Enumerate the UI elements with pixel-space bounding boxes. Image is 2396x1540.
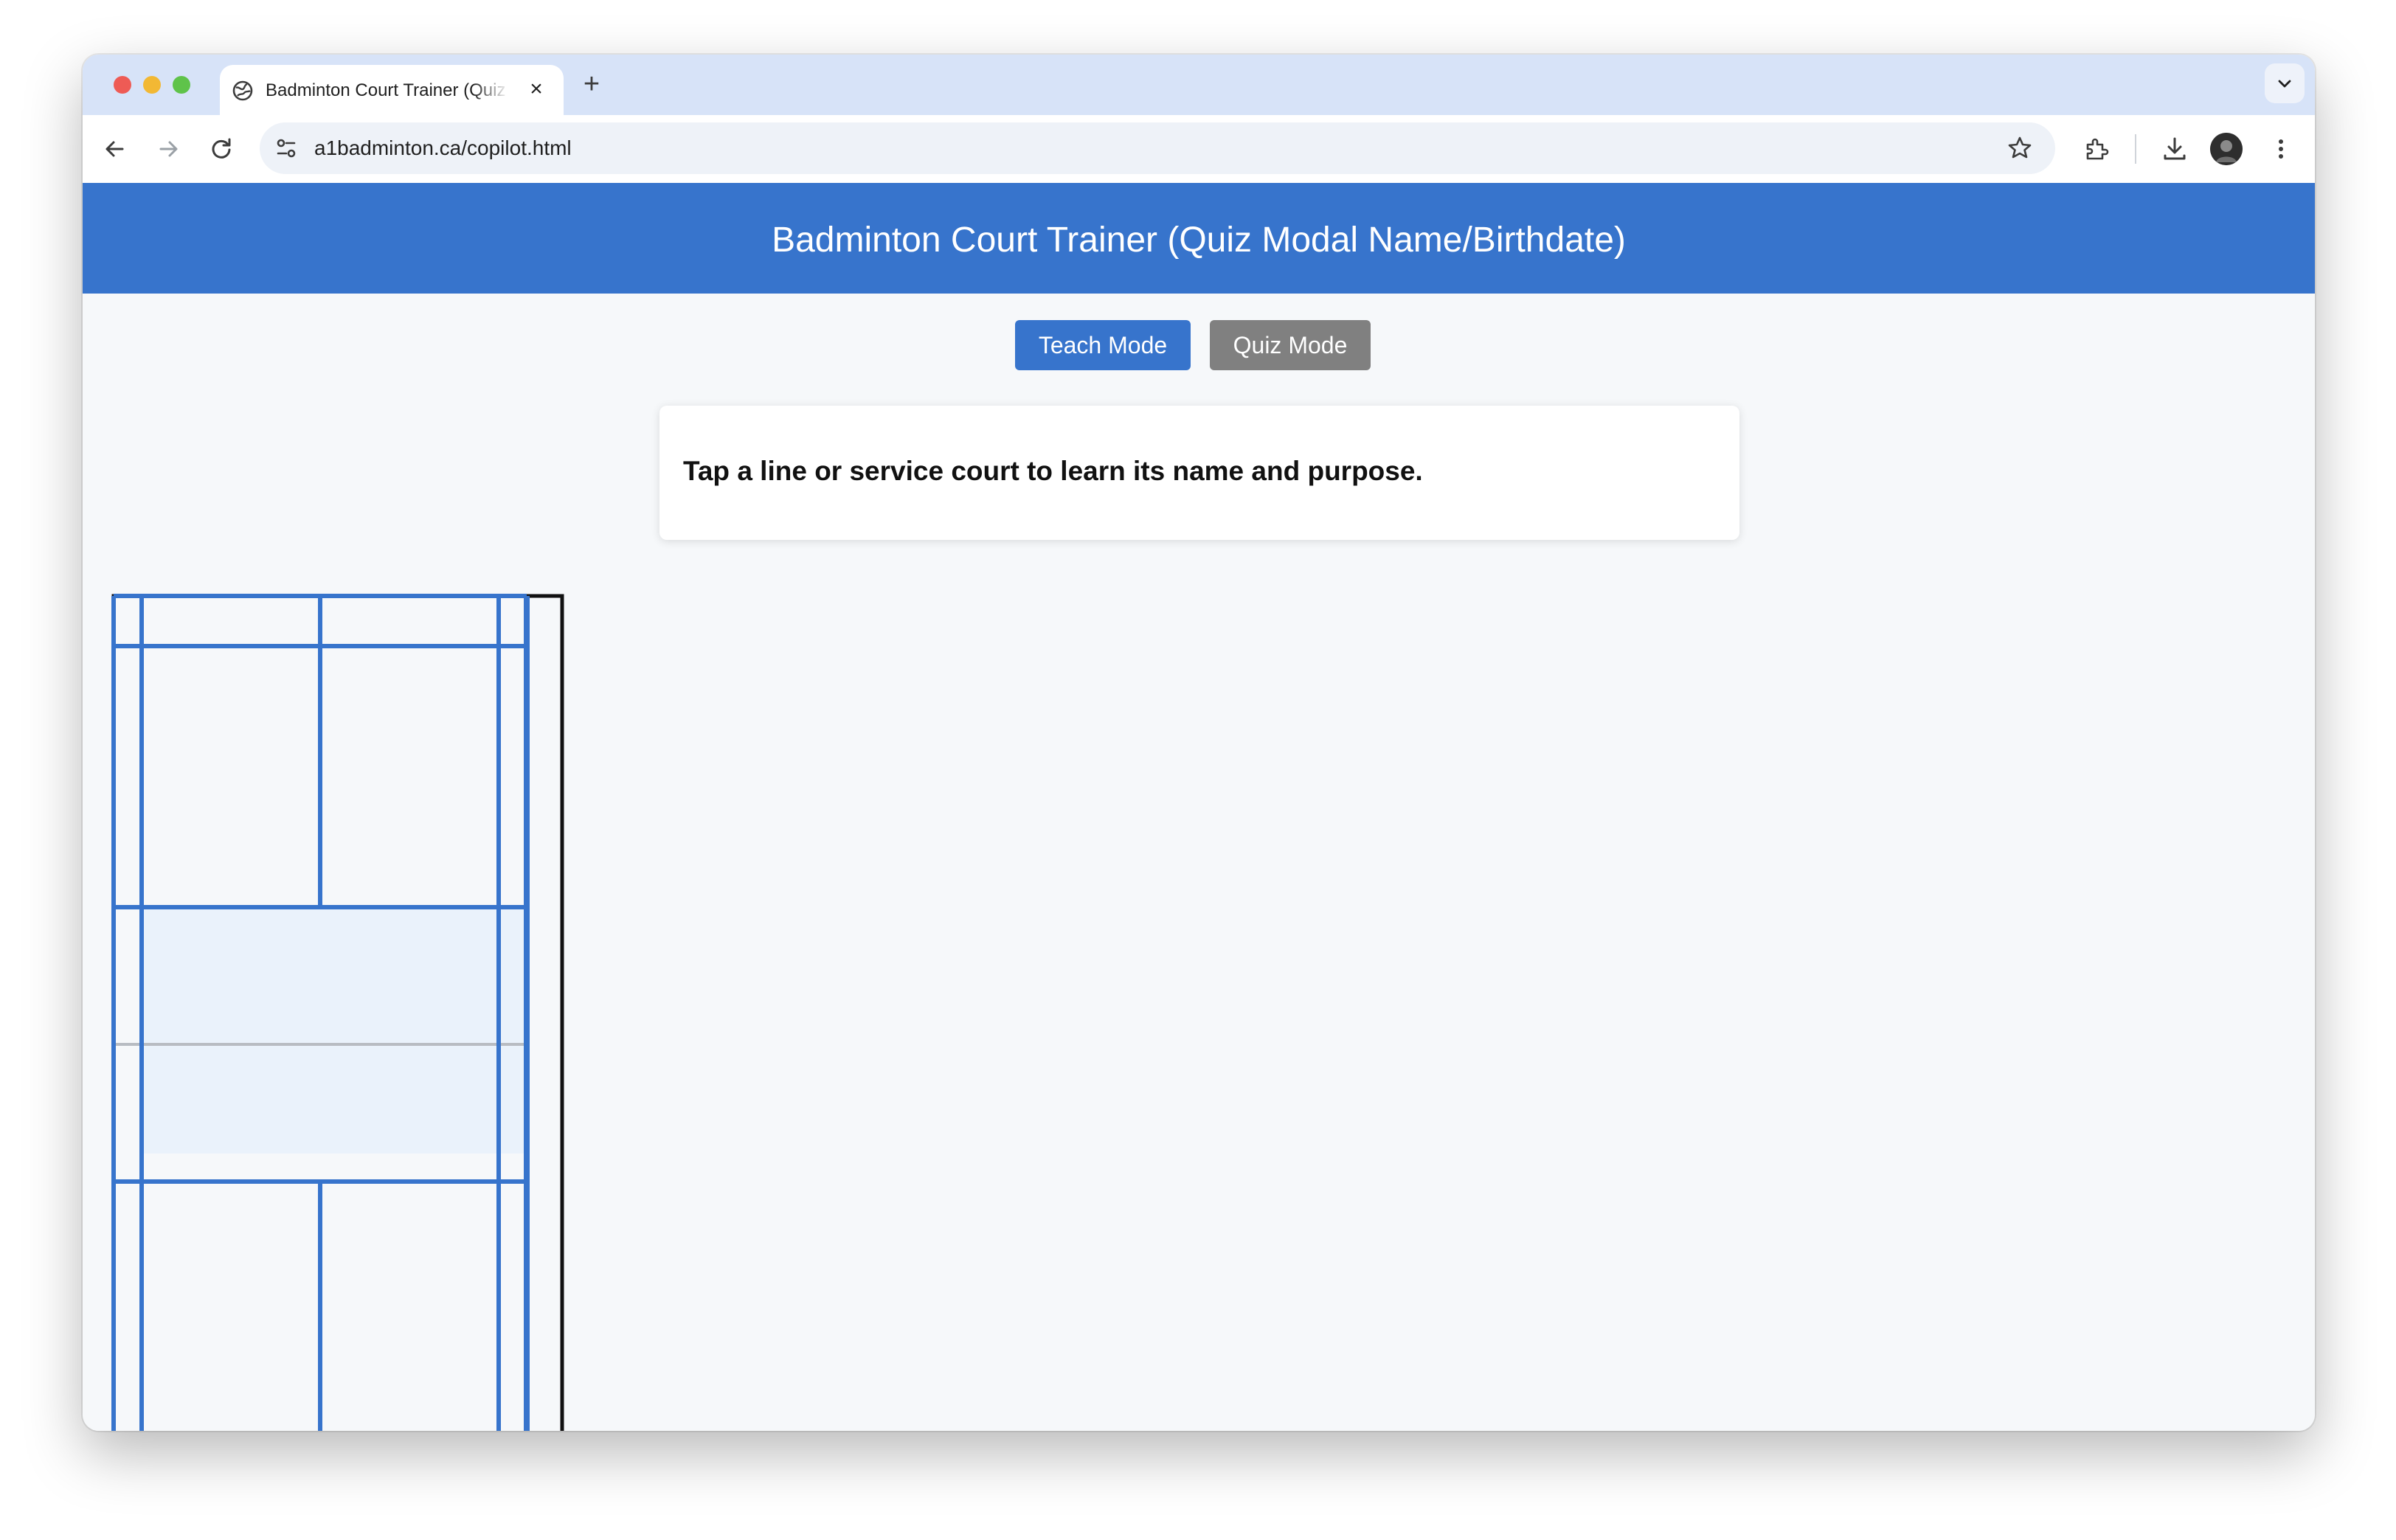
minimize-window-button[interactable]	[143, 76, 161, 94]
profile-image	[2210, 133, 2243, 165]
url-text[interactable]: a1badminton.ca/copilot.html	[314, 136, 572, 160]
tab-title: Badminton Court Trainer (Quiz Modal Name…	[266, 80, 509, 100]
chevron-down-icon	[2278, 80, 2291, 88]
tune-icon[interactable]	[270, 132, 302, 164]
close-icon[interactable]: ×	[524, 77, 549, 102]
more-vert-icon[interactable]	[2265, 133, 2297, 165]
app-header: Badminton Court Trainer (Quiz Modal Name…	[83, 183, 2315, 294]
page-title: Badminton Court Trainer (Quiz Modal Name…	[772, 221, 1626, 260]
forward-icon[interactable]	[152, 133, 184, 165]
tab-search-button[interactable]	[2265, 63, 2305, 103]
info-text: Tap a line or service court to learn its…	[683, 456, 1423, 486]
plus-icon[interactable]: +	[575, 68, 608, 100]
teach-mode-button[interactable]: Teach Mode	[1015, 320, 1191, 370]
browser-window: Badminton Court Trainer (Quiz Modal Name…	[83, 55, 2315, 1431]
globe-icon	[232, 80, 253, 101]
browser-toolbar: a1badminton.ca/copilot.html	[83, 115, 2315, 183]
close-window-button[interactable]	[114, 76, 131, 94]
quiz-mode-button[interactable]: Quiz Mode	[1210, 320, 1371, 370]
download-icon[interactable]	[2158, 133, 2191, 165]
browser-tab-active[interactable]: Badminton Court Trainer (Quiz Modal Name…	[220, 65, 564, 115]
address-bar[interactable]: a1badminton.ca/copilot.html	[260, 122, 2055, 174]
service-area-highlight[interactable]	[142, 907, 525, 1154]
star-icon[interactable]	[2004, 132, 2036, 164]
extensions-icon[interactable]	[2080, 133, 2113, 165]
tab-strip: Badminton Court Trainer (Quiz Modal Name…	[83, 55, 2315, 115]
info-panel: Tap a line or service court to learn its…	[659, 406, 1739, 540]
maximize-window-button[interactable]	[173, 76, 190, 94]
avatar[interactable]	[2210, 133, 2243, 165]
reload-icon[interactable]	[205, 133, 238, 165]
page-content: Badminton Court Trainer (Quiz Modal Name…	[83, 183, 2315, 1431]
back-icon[interactable]	[99, 133, 131, 165]
badminton-court	[111, 594, 564, 1431]
toolbar-divider	[2135, 134, 2136, 164]
